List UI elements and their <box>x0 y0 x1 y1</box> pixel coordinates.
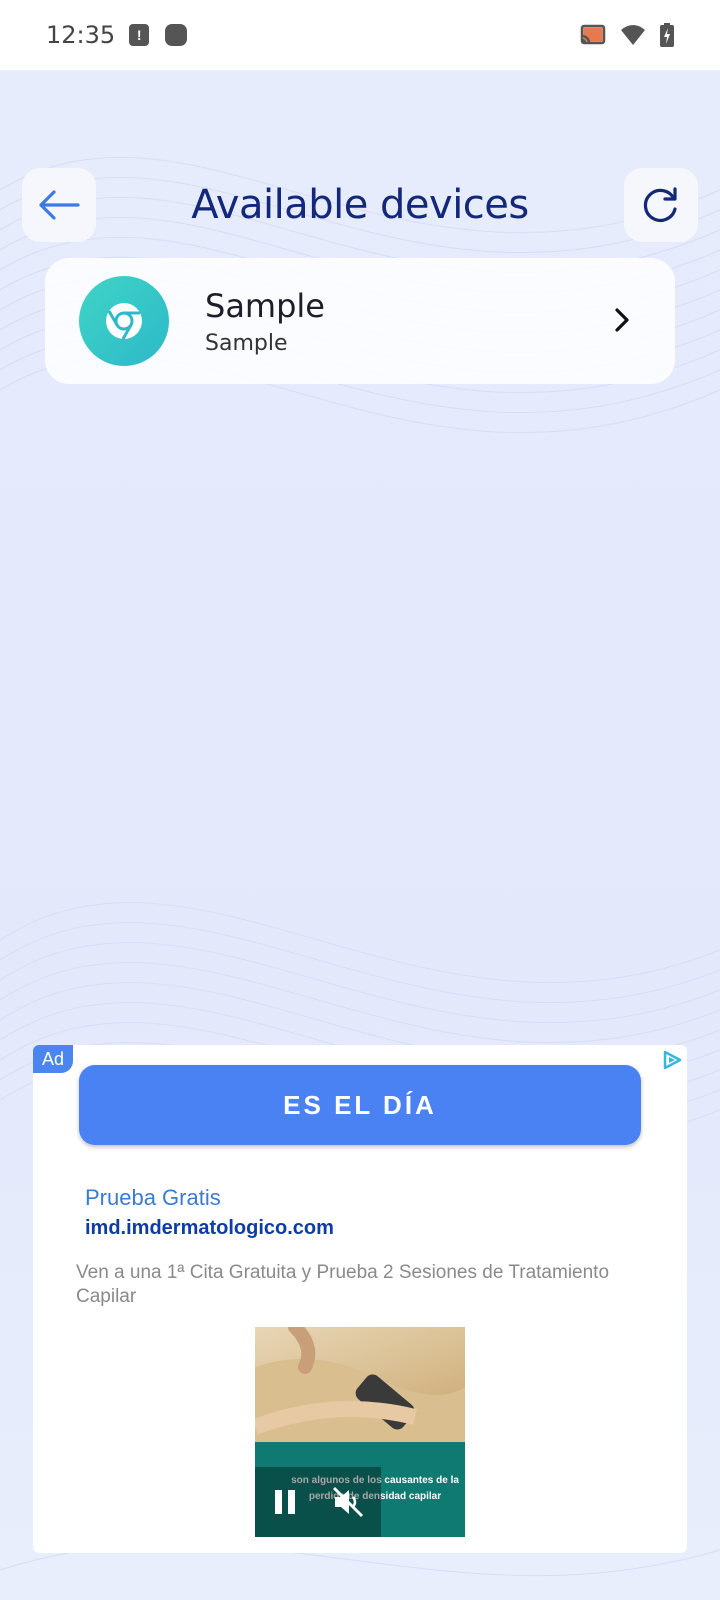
ad-badge: Ad <box>33 1045 73 1073</box>
page-title: Available devices <box>191 182 529 228</box>
device-name: Sample <box>205 286 325 325</box>
cast-icon <box>580 24 606 45</box>
pause-icon[interactable] <box>272 1488 298 1516</box>
refresh-icon <box>643 187 677 222</box>
video-controls <box>255 1467 381 1537</box>
refresh-button[interactable] <box>624 168 698 242</box>
back-button[interactable] <box>22 168 96 242</box>
ad-url[interactable]: imd.imdermatologico.com <box>85 1217 334 1240</box>
chevron-right-icon <box>615 308 629 332</box>
status-time: 12:35 <box>46 21 116 49</box>
arrow-left-icon <box>39 190 80 220</box>
ad-video[interactable]: son algunos de los causantes de la perdi… <box>255 1327 465 1537</box>
device-subtitle: Sample <box>205 330 288 356</box>
mute-icon[interactable] <box>331 1485 365 1519</box>
device-avatar <box>79 276 169 366</box>
ad-description: Ven a una 1ª Cita Gratuita y Prueba 2 Se… <box>76 1262 610 1307</box>
app-notification-icon <box>165 24 188 46</box>
main-area: Available devices Sample Sample Ad ES EL… <box>0 70 720 1600</box>
ad-banner[interactable]: Ad ES EL DÍA Prueba Gratis imd.imdermato… <box>33 1045 687 1553</box>
battery-icon <box>660 23 674 47</box>
chrome-icon <box>106 303 142 340</box>
ad-headline[interactable]: Prueba Gratis <box>85 1185 221 1211</box>
adchoices-icon[interactable] <box>659 1047 685 1073</box>
wifi-icon <box>621 25 645 45</box>
device-list-item[interactable]: Sample Sample <box>45 258 675 384</box>
ad-cta-button[interactable]: ES EL DÍA <box>79 1065 641 1145</box>
status-bar: 12:35 ! <box>0 0 720 70</box>
alert-notification-icon: ! <box>129 24 150 46</box>
